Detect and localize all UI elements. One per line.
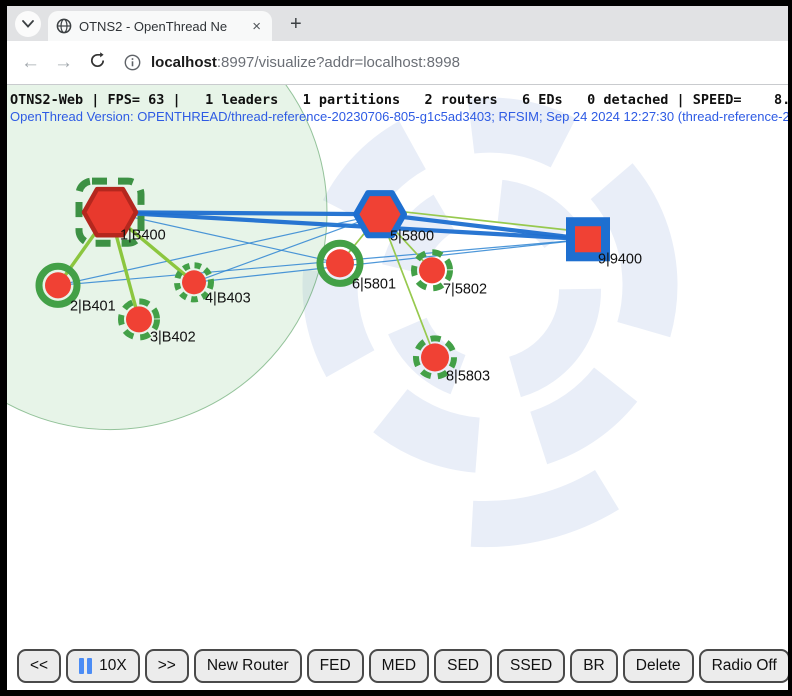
- tab-title: OTNS2 - OpenThread Ne: [79, 19, 249, 34]
- watermark-ring: [288, 85, 691, 487]
- reload-button[interactable]: [89, 52, 106, 73]
- node-label: 7|5802: [443, 281, 487, 297]
- back-button[interactable]: ←: [21, 53, 40, 72]
- globe-icon: [56, 18, 72, 34]
- radio-range-circle: [7, 85, 327, 430]
- node-6|5801[interactable]: 6|5801: [320, 243, 396, 292]
- node-label: 8|5803: [446, 368, 490, 384]
- node-label: 3|B402: [150, 329, 196, 345]
- toolbar-button-label: MED: [382, 657, 416, 675]
- toolbar-button-br[interactable]: BR: [570, 649, 618, 683]
- simulation-canvas[interactable]: 1|B400 2|B401 3|B402 4|B403 5|5800 6|5801 7|58…: [7, 85, 788, 690]
- address-field[interactable]: localhost:8997/visualize?addr=localhost:…: [124, 54, 788, 71]
- node-label: 9|9400: [598, 251, 642, 267]
- new-tab-button[interactable]: +: [284, 12, 308, 36]
- toolbar-button-med[interactable]: MED: [369, 649, 429, 683]
- toolbar-button-label: Delete: [636, 657, 681, 675]
- end-device-circle[interactable]: [419, 257, 445, 283]
- tab-close-button[interactable]: ×: [249, 19, 264, 34]
- toolbar-button-label: Radio Off: [712, 657, 777, 675]
- toolbar-button-label: SED: [447, 657, 479, 675]
- reload-icon: [89, 52, 106, 69]
- toolbar-button-ssed[interactable]: SSED: [497, 649, 565, 683]
- toolbar-button-radio-off[interactable]: Radio Off: [699, 649, 788, 683]
- watermark-arc: [472, 490, 607, 524]
- toolbar-button-label: FED: [320, 657, 351, 675]
- browser-tab[interactable]: OTNS2 - OpenThread Ne ×: [48, 11, 272, 41]
- node-label: 2|B401: [70, 298, 116, 314]
- tab-search-button[interactable]: [15, 11, 41, 37]
- toolbar-button-label: 10X: [99, 657, 127, 675]
- toolbar-button-new-router[interactable]: New Router: [194, 649, 302, 683]
- toolbar-button-label: SSED: [510, 657, 552, 675]
- toolbar-button-label: <<: [30, 657, 48, 675]
- control-toolbar: << 10X >> New Router FED MED SED SSED BR Delete Ra…: [17, 649, 788, 683]
- pause-icon: [79, 658, 92, 674]
- toolbar-button-10x[interactable]: 10X: [66, 649, 140, 683]
- toolbar-button-label: New Router: [207, 657, 289, 675]
- toolbar-button-label: BR: [583, 657, 605, 675]
- tab-strip: OTNS2 - OpenThread Ne × +: [7, 6, 788, 41]
- toolbar-button-label: >>: [158, 657, 176, 675]
- toolbar-button--[interactable]: >>: [145, 649, 189, 683]
- browser-window: OTNS2 - OpenThread Ne × + ← →: [0, 0, 792, 696]
- end-device-circle[interactable]: [421, 343, 449, 371]
- end-device-circle[interactable]: [326, 249, 354, 277]
- network-svg[interactable]: 1|B400 2|B401 3|B402 4|B403 5|5800 6|5801 7|58…: [7, 85, 788, 690]
- node-label: 4|B403: [205, 290, 251, 306]
- forward-button[interactable]: →: [54, 53, 73, 72]
- url-host: localhost: [151, 54, 217, 71]
- toolbar-button-sed[interactable]: SED: [434, 649, 492, 683]
- end-device-circle[interactable]: [126, 306, 152, 332]
- toolbar-button-delete[interactable]: Delete: [623, 649, 694, 683]
- border-router-inner: [575, 226, 601, 252]
- end-device-circle[interactable]: [45, 272, 71, 298]
- end-device-circle[interactable]: [182, 270, 206, 294]
- toolbar-button--[interactable]: <<: [17, 649, 61, 683]
- chevron-down-icon: [22, 20, 34, 28]
- toolbar-button-fed[interactable]: FED: [307, 649, 364, 683]
- node-label: 1|B400: [120, 227, 166, 243]
- node-label: 6|5801: [352, 276, 396, 292]
- url-text: localhost:8997/visualize?addr=localhost:…: [151, 54, 460, 71]
- url-bar: ← → localhost:8997/visualize?addr=localh…: [7, 41, 788, 85]
- page-info-icon[interactable]: [124, 54, 141, 71]
- node-label: 5|5800: [390, 228, 434, 244]
- url-path: :8997/visualize?addr=localhost:8998: [217, 54, 460, 71]
